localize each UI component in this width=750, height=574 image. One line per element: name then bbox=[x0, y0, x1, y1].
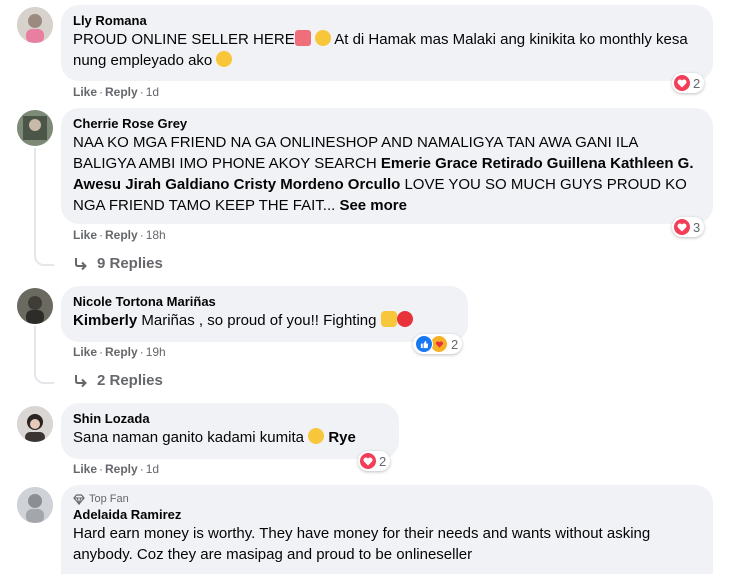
reply-button[interactable]: Reply bbox=[105, 345, 138, 359]
avatar[interactable] bbox=[17, 487, 53, 523]
view-replies-button[interactable]: 9 Replies bbox=[73, 255, 163, 272]
like-button[interactable]: Like bbox=[73, 345, 97, 359]
like-reaction-icon bbox=[415, 335, 433, 353]
commenter-name[interactable]: Lly Romana bbox=[73, 12, 701, 29]
comment-bubble: Shin Lozada Sana naman ganito kadami kum… bbox=[61, 403, 399, 459]
flexed-biceps-emoji-icon bbox=[380, 311, 397, 327]
thread-connector bbox=[34, 246, 54, 266]
comment-bubble: Nicole Tortona Mariñas Kimberly Mariñas … bbox=[61, 286, 468, 342]
timestamp[interactable]: 19h bbox=[146, 345, 166, 359]
avatar[interactable] bbox=[17, 110, 53, 146]
avatar[interactable] bbox=[17, 288, 53, 324]
like-button[interactable]: Like bbox=[73, 85, 97, 99]
laughing-emoji-icon bbox=[308, 428, 325, 444]
reaction-count[interactable]: 2 bbox=[358, 451, 391, 471]
commenter-name[interactable]: Nicole Tortona Mariñas bbox=[73, 293, 456, 310]
reaction-count[interactable]: 2 bbox=[672, 73, 705, 93]
comment-bubble: Top Fan Adelaida Ramirez Hard earn money… bbox=[61, 485, 713, 574]
avatar[interactable] bbox=[17, 7, 53, 43]
see-more-link[interactable]: See more bbox=[339, 197, 407, 214]
reply-arrow-icon bbox=[75, 374, 87, 387]
timestamp[interactable]: 18h bbox=[146, 228, 166, 242]
commenter-name[interactable]: Cherrie Rose Grey bbox=[73, 115, 701, 132]
tagged-names[interactable]: Kimberly bbox=[73, 312, 137, 329]
reply-button[interactable]: Reply bbox=[105, 228, 138, 242]
diamond-icon bbox=[73, 493, 85, 505]
reaction-count[interactable]: 2 bbox=[413, 334, 463, 354]
like-button[interactable]: Like bbox=[73, 462, 97, 476]
thread-line bbox=[34, 148, 36, 248]
love-reaction-icon bbox=[674, 219, 690, 235]
top-fan-badge: Top Fan bbox=[73, 492, 701, 506]
comment-bubble: Cherrie Rose Grey NAA KO MGA FRIEND NA G… bbox=[61, 108, 713, 224]
comment-text: Sana naman ganito kadami kumita Rye bbox=[73, 428, 356, 446]
thread-connector bbox=[34, 364, 54, 384]
comment-actions: Like · Reply · 18h bbox=[73, 228, 166, 242]
comment-bubble: Lly Romana PROUD ONLINE SELLER HERE At d… bbox=[61, 5, 713, 81]
reply-button[interactable]: Reply bbox=[105, 462, 138, 476]
comment-actions: Like · Reply · 1d bbox=[73, 85, 160, 99]
commenter-name[interactable]: Shin Lozada bbox=[73, 410, 387, 427]
heart-eyes-emoji-icon bbox=[314, 30, 331, 46]
avatar[interactable] bbox=[17, 406, 53, 442]
comment-text: Hard earn money is worthy. They have mon… bbox=[73, 525, 651, 563]
comment-text: Kimberly Mariñas , so proud of you!! Fig… bbox=[73, 310, 456, 331]
tagged-names[interactable]: Rye bbox=[328, 429, 356, 446]
commenter-name[interactable]: Adelaida Ramirez bbox=[73, 506, 701, 523]
love-reaction-icon bbox=[674, 75, 690, 91]
comment-text: PROUD ONLINE SELLER HERE At di Hamak mas… bbox=[73, 30, 688, 69]
comment-text: NAA KO MGA FRIEND NA GA ONLINESHOP AND N… bbox=[73, 134, 694, 214]
timestamp[interactable]: 1d bbox=[146, 462, 159, 476]
reply-arrow-icon bbox=[75, 257, 87, 270]
comment-actions: Like · Reply · 1d bbox=[73, 462, 160, 476]
heart-emoji-icon bbox=[294, 30, 311, 46]
love-reaction-icon bbox=[360, 453, 376, 469]
reaction-count[interactable]: 3 bbox=[672, 217, 705, 237]
timestamp[interactable]: 1d bbox=[146, 85, 159, 99]
laughing-emoji-icon bbox=[216, 51, 233, 67]
red-heart-emoji-icon bbox=[396, 311, 413, 327]
like-button[interactable]: Like bbox=[73, 228, 97, 242]
reply-button[interactable]: Reply bbox=[105, 85, 138, 99]
view-replies-button[interactable]: 2 Replies bbox=[73, 372, 163, 389]
thread-line bbox=[34, 326, 36, 366]
comment-actions: Like · Reply · 19h bbox=[73, 345, 166, 359]
